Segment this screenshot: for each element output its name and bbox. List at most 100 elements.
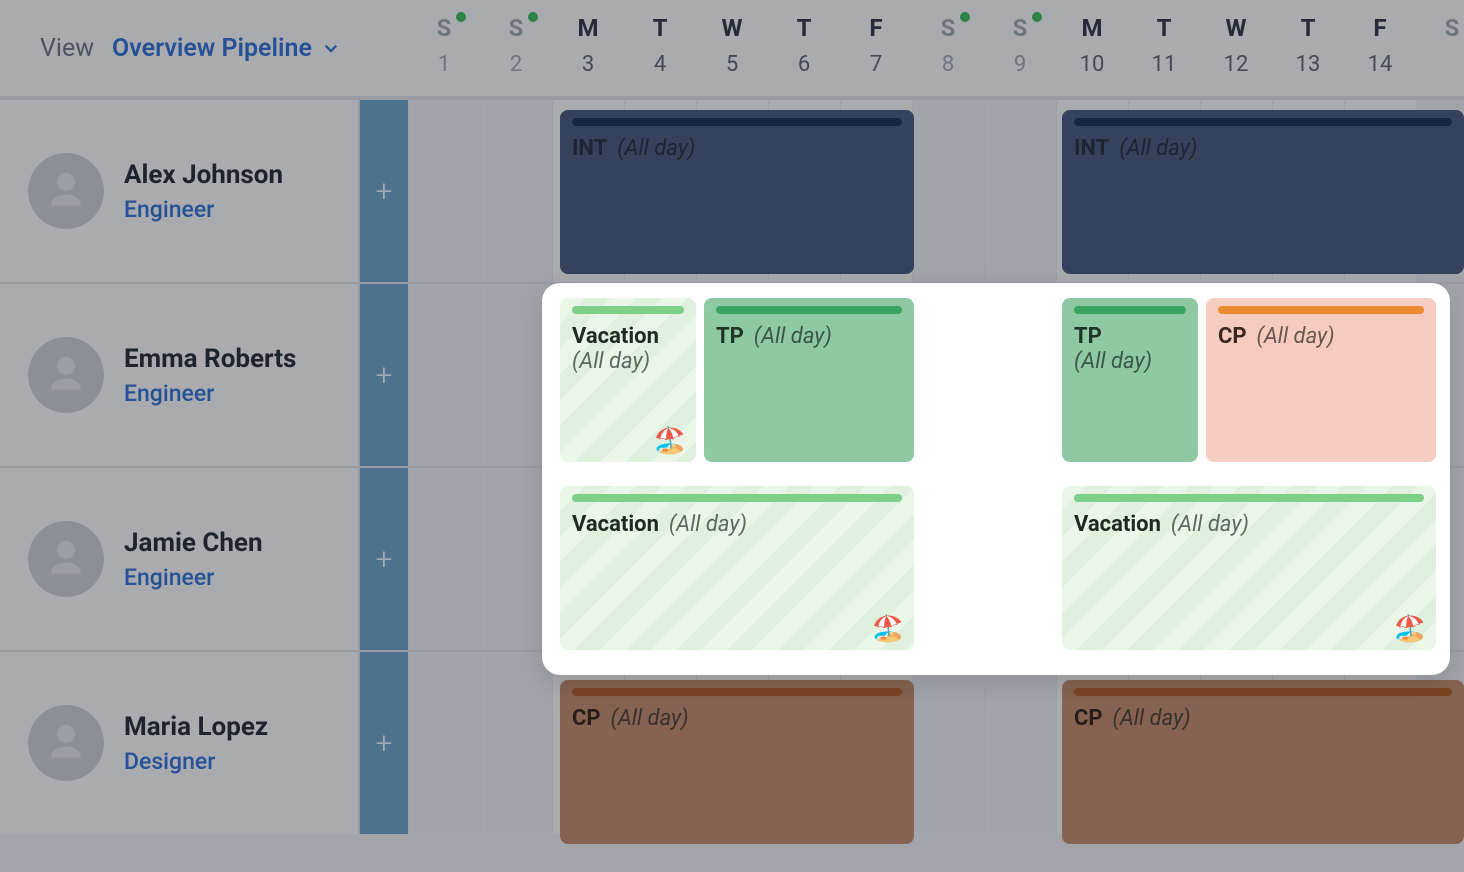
event-bar (716, 306, 902, 314)
person-role[interactable]: Engineer (124, 196, 283, 223)
day-header-6[interactable]: T6 (768, 0, 840, 98)
person-role[interactable]: Engineer (124, 380, 296, 407)
day-header-7[interactable]: F7 (840, 0, 912, 98)
cell[interactable] (984, 650, 1056, 834)
day-header-9[interactable]: S9 (984, 0, 1056, 98)
event-duration: (All day) (754, 324, 832, 349)
cell[interactable] (912, 98, 984, 282)
cell[interactable] (408, 650, 480, 834)
day-letter: T (1301, 14, 1316, 42)
day-header-8[interactable]: S8 (912, 0, 984, 98)
day-number: 3 (582, 52, 594, 77)
day-header-2[interactable]: S2 (480, 0, 552, 98)
day-header-15[interactable]: S (1416, 0, 1464, 98)
event-alex-int-1[interactable]: INT (All day) (560, 110, 914, 274)
day-letter: S (941, 14, 956, 42)
day-header-1[interactable]: S1 (408, 0, 480, 98)
event-label: CP (572, 706, 601, 731)
event-label: INT (1074, 136, 1109, 161)
day-number: 12 (1224, 52, 1249, 77)
day-letter: F (869, 14, 882, 42)
chevron-down-icon (322, 39, 340, 57)
event-duration: (All day) (1257, 324, 1335, 349)
day-number: 10 (1080, 52, 1105, 77)
event-bar (572, 494, 902, 502)
day-number: 14 (1368, 52, 1393, 77)
event-jamie-vacation-1[interactable]: Vacation (All day) 🏖️ (560, 486, 914, 650)
day-header-4[interactable]: T4 (624, 0, 696, 98)
event-maria-cp-2[interactable]: CP (All day) (1062, 680, 1464, 844)
event-emma-tp-1[interactable]: TP (All day) (704, 298, 914, 462)
indicator-dot (1032, 12, 1042, 22)
day-letter: M (577, 14, 598, 42)
day-header-10[interactable]: M10 (1056, 0, 1128, 98)
event-bar (1074, 118, 1452, 126)
add-button-jamie[interactable]: + (360, 466, 408, 650)
day-letter: T (797, 14, 812, 42)
day-header-3[interactable]: M3 (552, 0, 624, 98)
event-duration: (All day) (1171, 512, 1249, 537)
event-emma-tp-2[interactable]: TP (All day) (1062, 298, 1198, 462)
avatar (28, 337, 104, 413)
day-number: 8 (942, 52, 954, 77)
view-picker[interactable]: Overview Pipeline (112, 34, 340, 63)
add-button-maria[interactable]: + (360, 650, 408, 834)
event-label: CP (1074, 706, 1103, 731)
day-number: 5 (726, 52, 738, 77)
avatar (28, 153, 104, 229)
event-bar (1074, 688, 1452, 696)
event-duration: (All day) (572, 349, 684, 374)
beach-icon: 🏖️ (872, 614, 904, 644)
avatar (28, 705, 104, 781)
day-header-11[interactable]: T 11 (1128, 0, 1200, 98)
event-label: CP (1218, 324, 1247, 349)
day-header-13[interactable]: T 13 (1272, 0, 1344, 98)
day-header-5[interactable]: W5 (696, 0, 768, 98)
event-emma-cp[interactable]: CP (All day) (1206, 298, 1436, 462)
day-number: 13 (1296, 52, 1321, 77)
day-letter: T (1157, 14, 1172, 42)
event-alex-int-2[interactable]: INT (All day) (1062, 110, 1464, 274)
cell[interactable] (408, 466, 480, 650)
avatar (28, 521, 104, 597)
event-bar (1074, 306, 1186, 314)
event-label: INT (572, 136, 607, 161)
cell[interactable] (912, 650, 984, 834)
cell[interactable] (984, 98, 1056, 282)
add-button-emma[interactable]: + (360, 282, 408, 466)
event-label: Vacation (572, 512, 659, 537)
person-row-emma[interactable]: Emma Roberts Engineer (0, 282, 360, 466)
view-label: View (40, 34, 94, 63)
event-duration: (All day) (611, 706, 689, 731)
cell[interactable] (408, 282, 480, 466)
plus-icon: + (376, 726, 393, 761)
event-emma-vacation[interactable]: Vacation (All day) 🏖️ (560, 298, 696, 462)
day-header-12[interactable]: W12 (1200, 0, 1272, 98)
day-number: 11 (1152, 52, 1177, 77)
event-maria-cp-1[interactable]: CP (All day) (560, 680, 914, 844)
beach-icon: 🏖️ (654, 426, 686, 456)
person-role[interactable]: Designer (124, 748, 268, 775)
day-number: 2 (510, 52, 522, 77)
cell[interactable] (480, 650, 552, 834)
person-name: Emma Roberts (124, 344, 296, 374)
event-bar (572, 118, 902, 126)
indicator-dot (528, 12, 538, 22)
day-letter: S (1013, 14, 1028, 42)
add-button-alex[interactable]: + (360, 98, 408, 282)
event-jamie-vacation-2[interactable]: Vacation (All day) 🏖️ (1062, 486, 1436, 650)
person-role[interactable]: Engineer (124, 564, 263, 591)
header-left: View Overview Pipeline (0, 0, 408, 98)
day-header-14[interactable]: F14 (1344, 0, 1416, 98)
indicator-dot (456, 12, 466, 22)
day-number: 7 (870, 52, 882, 77)
plus-icon: + (376, 174, 393, 209)
day-letter: S (1445, 14, 1460, 42)
person-row-jamie[interactable]: Jamie Chen Engineer (0, 466, 360, 650)
person-row-maria[interactable]: Maria Lopez Designer (0, 650, 360, 834)
cell[interactable] (480, 98, 552, 282)
cell[interactable] (408, 98, 480, 282)
person-row-alex[interactable]: Alex Johnson Engineer (0, 98, 360, 282)
plus-icon: + (376, 542, 393, 577)
event-duration: (All day) (1113, 706, 1191, 731)
